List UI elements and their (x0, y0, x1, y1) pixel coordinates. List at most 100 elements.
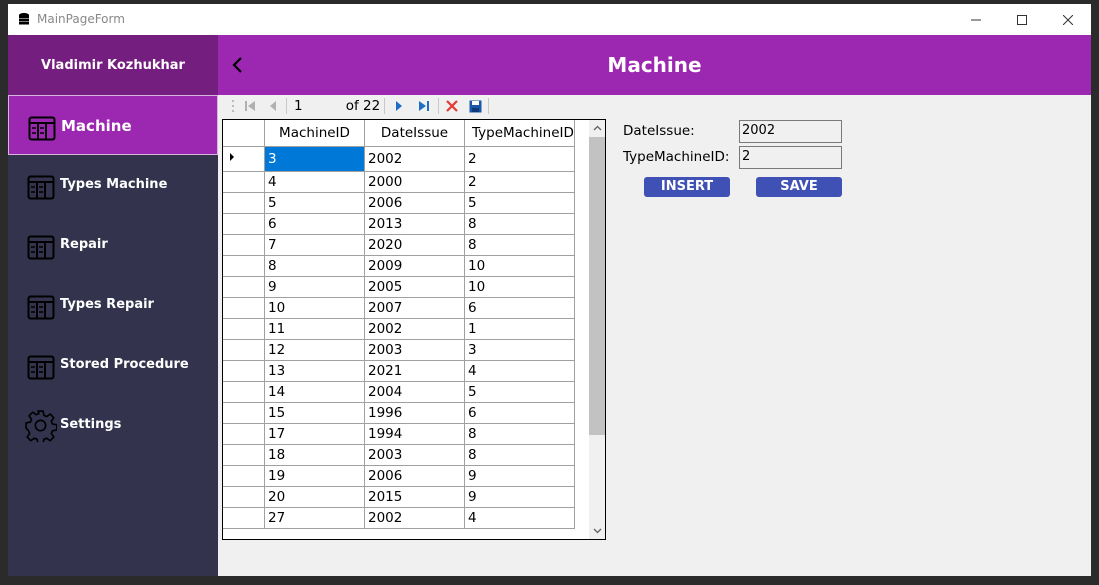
sidebar-item-stored-procedure[interactable]: Stored Procedure (8, 335, 218, 395)
delete-button[interactable] (442, 95, 462, 117)
table-cell[interactable]: 8 (464, 423, 575, 445)
table-cell[interactable]: 1996 (364, 402, 465, 424)
position-item[interactable]: 1 (294, 95, 334, 117)
save-button[interactable]: SAVE (756, 177, 842, 197)
table-cell[interactable]: 2 (464, 171, 575, 193)
table-row[interactable]: 10 2007 6 (223, 297, 575, 319)
table-cell[interactable]: 9 (464, 465, 575, 487)
toolbar-grip[interactable] (230, 95, 236, 117)
table-row[interactable]: 5 2006 5 (223, 192, 575, 214)
table-cell[interactable]: 10 (264, 297, 365, 319)
row-header[interactable] (223, 486, 265, 508)
sidebar-item-machine[interactable]: Machine (8, 95, 218, 155)
table-cell[interactable]: 12 (264, 339, 365, 361)
table-cell[interactable]: 11 (264, 318, 365, 340)
table-row[interactable]: 6 2013 8 (223, 213, 575, 235)
table-cell[interactable]: 6 (464, 297, 575, 319)
table-cell[interactable]: 2003 (364, 444, 465, 466)
row-header[interactable] (223, 255, 265, 277)
maximize-button[interactable] (999, 4, 1045, 35)
table-cell[interactable]: 3 (464, 339, 575, 361)
table-row[interactable]: 9 2005 10 (223, 276, 575, 298)
row-header[interactable] (223, 192, 265, 214)
vertical-scrollbar[interactable] (589, 120, 606, 539)
table-row[interactable]: 15 1996 6 (223, 402, 575, 424)
row-header[interactable] (223, 339, 265, 361)
table-row[interactable]: 7 2020 8 (223, 234, 575, 256)
date-issue-field[interactable]: 2002 (739, 120, 842, 143)
table-cell[interactable]: 2002 (364, 318, 465, 340)
column-header-machineid[interactable]: MachineID (264, 120, 365, 147)
table-cell[interactable]: 4 (464, 360, 575, 382)
table-cell[interactable]: 8 (464, 444, 575, 466)
table-cell[interactable]: 5 (464, 192, 575, 214)
table-cell[interactable]: 7 (264, 234, 365, 256)
table-cell[interactable]: 9 (264, 276, 365, 298)
row-header[interactable] (223, 276, 265, 298)
minimize-button[interactable] (953, 4, 999, 35)
row-header[interactable] (223, 171, 265, 193)
machine-data-grid[interactable]: MachineID DateIssue TypeMachineID 3 2002 2… (222, 119, 606, 540)
sidebar-item-repair[interactable]: Repair (8, 215, 218, 275)
table-row[interactable]: 4 2000 2 (223, 171, 575, 193)
table-cell[interactable]: 1994 (364, 423, 465, 445)
table-cell[interactable]: 2005 (364, 276, 465, 298)
scrollbar-thumb[interactable] (589, 137, 605, 435)
table-cell[interactable]: 10 (464, 276, 575, 298)
table-cell[interactable]: 8 (264, 255, 365, 277)
table-cell[interactable]: 5 (264, 192, 365, 214)
table-cell[interactable]: 18 (264, 444, 365, 466)
row-header[interactable] (223, 318, 265, 340)
move-first-button[interactable] (239, 95, 261, 117)
row-header[interactable] (223, 465, 265, 487)
sidebar-item-types-machine[interactable]: Types Machine (8, 155, 218, 215)
table-cell[interactable]: 3 (264, 146, 365, 172)
row-header[interactable] (223, 402, 265, 424)
table-cell[interactable]: 2015 (364, 486, 465, 508)
table-row[interactable]: 19 2006 9 (223, 465, 575, 487)
table-cell[interactable]: 20 (264, 486, 365, 508)
table-cell[interactable]: 6 (264, 213, 365, 235)
close-button[interactable] (1045, 4, 1091, 35)
table-cell[interactable]: 2004 (364, 381, 465, 403)
table-cell[interactable]: 27 (264, 507, 365, 529)
move-last-button[interactable] (413, 95, 435, 117)
table-cell[interactable]: 4 (464, 507, 575, 529)
table-row[interactable]: 27 2002 4 (223, 507, 575, 529)
table-cell[interactable]: 10 (464, 255, 575, 277)
table-cell[interactable]: 8 (464, 213, 575, 235)
table-cell[interactable]: 2013 (364, 213, 465, 235)
save-data-button[interactable] (465, 95, 485, 117)
table-cell[interactable]: 15 (264, 402, 365, 424)
row-header[interactable] (223, 360, 265, 382)
table-row[interactable]: 17 1994 8 (223, 423, 575, 445)
sidebar-item-settings[interactable]: Settings (8, 395, 218, 455)
table-cell[interactable]: 9 (464, 486, 575, 508)
table-cell[interactable]: 8 (464, 234, 575, 256)
row-header[interactable] (223, 297, 265, 319)
table-cell[interactable]: 2020 (364, 234, 465, 256)
table-row[interactable]: 3 2002 2 (223, 146, 575, 172)
row-header[interactable] (223, 234, 265, 256)
row-header[interactable] (223, 444, 265, 466)
table-cell[interactable]: 1 (464, 318, 575, 340)
table-cell[interactable]: 2 (464, 146, 575, 172)
insert-button[interactable]: INSERT (644, 177, 730, 197)
table-cell[interactable]: 2009 (364, 255, 465, 277)
table-row[interactable]: 18 2003 8 (223, 444, 575, 466)
table-cell[interactable]: 13 (264, 360, 365, 382)
column-header-typemachineid[interactable]: TypeMachineID (464, 120, 575, 147)
table-cell[interactable]: 14 (264, 381, 365, 403)
table-cell[interactable]: 4 (264, 171, 365, 193)
move-next-button[interactable] (389, 95, 409, 117)
move-previous-button[interactable] (263, 95, 283, 117)
table-cell[interactable]: 2006 (364, 465, 465, 487)
scroll-down-icon[interactable] (589, 522, 606, 539)
row-header[interactable] (223, 381, 265, 403)
table-row[interactable]: 13 2021 4 (223, 360, 575, 382)
table-cell[interactable]: 17 (264, 423, 365, 445)
table-cell[interactable]: 2006 (364, 192, 465, 214)
table-row[interactable]: 8 2009 10 (223, 255, 575, 277)
table-row[interactable]: 12 2003 3 (223, 339, 575, 361)
row-header[interactable] (223, 423, 265, 445)
